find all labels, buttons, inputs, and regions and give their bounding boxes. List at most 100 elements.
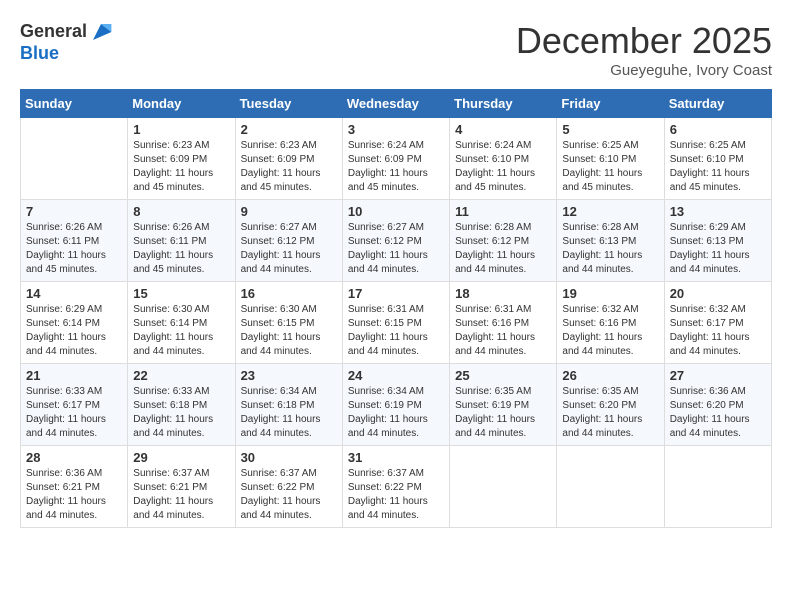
logo: General Blue bbox=[20, 20, 113, 64]
day-number: 21 bbox=[26, 368, 122, 383]
calendar-cell: 18 Sunrise: 6:31 AM Sunset: 6:16 PM Dayli… bbox=[450, 282, 557, 364]
calendar-cell: 9 Sunrise: 6:27 AM Sunset: 6:12 PM Daylig… bbox=[235, 200, 342, 282]
day-number: 22 bbox=[133, 368, 229, 383]
calendar-header-row: SundayMondayTuesdayWednesdayThursdayFrid… bbox=[21, 90, 772, 118]
calendar-cell bbox=[21, 118, 128, 200]
cell-content: Sunrise: 6:23 AM Sunset: 6:09 PM Dayligh… bbox=[133, 139, 229, 195]
day-number: 12 bbox=[562, 204, 658, 219]
calendar-cell: 14Sunrise: 6:29 AM Sunset: 6:14 PM Dayli… bbox=[21, 282, 128, 364]
calendar-cell: 4Sunrise: 6:24 AM Sunset: 6:10 PM Daylig… bbox=[450, 118, 557, 200]
day-number: 8 bbox=[133, 204, 229, 219]
calendar-cell: 2 Sunrise: 6:23 AM Sunset: 6:09 PM Daylig… bbox=[235, 118, 342, 200]
calendar-week-row: 1 Sunrise: 6:23 AM Sunset: 6:09 PM Daylig… bbox=[21, 118, 772, 200]
day-number: 19 bbox=[562, 286, 658, 301]
logo-blue-text: Blue bbox=[20, 44, 113, 64]
cell-content: Sunrise: 6:31 AM Sunset: 6:15 PM Dayligh… bbox=[348, 303, 444, 359]
calendar-week-row: 28 Sunrise: 6:36 AM Sunset: 6:21 PM Dayli… bbox=[21, 446, 772, 528]
day-number: 30 bbox=[241, 450, 337, 465]
cell-content: Sunrise: 6:37 AM Sunset: 6:22 PM Dayligh… bbox=[241, 467, 337, 523]
calendar-cell: 24Sunrise: 6:34 AM Sunset: 6:19 PM Dayli… bbox=[342, 364, 449, 446]
cell-content: Sunrise: 6:37 AM Sunset: 6:22 PM Dayligh… bbox=[348, 467, 444, 523]
calendar-cell bbox=[450, 446, 557, 528]
cell-content: Sunrise: 6:36 AM Sunset: 6:20 PM Dayligh… bbox=[670, 385, 766, 441]
cell-content: Sunrise: 6:35 AM Sunset: 6:19 PM Dayligh… bbox=[455, 385, 551, 441]
calendar-cell: 3 Sunrise: 6:24 AM Sunset: 6:09 PM Daylig… bbox=[342, 118, 449, 200]
day-number: 25 bbox=[455, 368, 551, 383]
month-title: December 2025 bbox=[516, 20, 772, 62]
calendar-week-row: 7 Sunrise: 6:26 AM Sunset: 6:11 PM Daylig… bbox=[21, 200, 772, 282]
day-number: 4 bbox=[455, 122, 551, 137]
cell-content: Sunrise: 6:33 AM Sunset: 6:17 PM Dayligh… bbox=[26, 385, 122, 441]
day-number: 7 bbox=[26, 204, 122, 219]
logo-icon bbox=[89, 20, 113, 44]
cell-content: Sunrise: 6:23 AM Sunset: 6:09 PM Dayligh… bbox=[241, 139, 337, 195]
calendar-cell: 29Sunrise: 6:37 AM Sunset: 6:21 PM Dayli… bbox=[128, 446, 235, 528]
cell-content: Sunrise: 6:32 AM Sunset: 6:17 PM Dayligh… bbox=[670, 303, 766, 359]
cell-content: Sunrise: 6:25 AM Sunset: 6:10 PM Dayligh… bbox=[670, 139, 766, 195]
page-header: General Blue December 2025 Gueyeguhe, Iv… bbox=[20, 20, 772, 79]
day-number: 18 bbox=[455, 286, 551, 301]
location: Gueyeguhe, Ivory Coast bbox=[516, 62, 772, 79]
day-number: 16 bbox=[241, 286, 337, 301]
calendar-cell: 25 Sunrise: 6:35 AM Sunset: 6:19 PM Dayli… bbox=[450, 364, 557, 446]
calendar-cell: 15 Sunrise: 6:30 AM Sunset: 6:14 PM Dayli… bbox=[128, 282, 235, 364]
cell-content: Sunrise: 6:33 AM Sunset: 6:18 PM Dayligh… bbox=[133, 385, 229, 441]
cell-content: Sunrise: 6:29 AM Sunset: 6:13 PM Dayligh… bbox=[670, 221, 766, 277]
day-number: 6 bbox=[670, 122, 766, 137]
calendar-cell: 7 Sunrise: 6:26 AM Sunset: 6:11 PM Daylig… bbox=[21, 200, 128, 282]
calendar-day-header: Sunday bbox=[21, 90, 128, 118]
cell-content: Sunrise: 6:35 AM Sunset: 6:20 PM Dayligh… bbox=[562, 385, 658, 441]
cell-content: Sunrise: 6:32 AM Sunset: 6:16 PM Dayligh… bbox=[562, 303, 658, 359]
calendar-day-header: Thursday bbox=[450, 90, 557, 118]
cell-content: Sunrise: 6:36 AM Sunset: 6:21 PM Dayligh… bbox=[26, 467, 122, 523]
cell-content: Sunrise: 6:27 AM Sunset: 6:12 PM Dayligh… bbox=[348, 221, 444, 277]
calendar-cell: 19 Sunrise: 6:32 AM Sunset: 6:16 PM Dayli… bbox=[557, 282, 664, 364]
cell-content: Sunrise: 6:26 AM Sunset: 6:11 PM Dayligh… bbox=[26, 221, 122, 277]
cell-content: Sunrise: 6:27 AM Sunset: 6:12 PM Dayligh… bbox=[241, 221, 337, 277]
day-number: 1 bbox=[133, 122, 229, 137]
day-number: 2 bbox=[241, 122, 337, 137]
calendar-cell: 28 Sunrise: 6:36 AM Sunset: 6:21 PM Dayli… bbox=[21, 446, 128, 528]
calendar-day-header: Saturday bbox=[664, 90, 771, 118]
calendar-cell: 6 Sunrise: 6:25 AM Sunset: 6:10 PM Daylig… bbox=[664, 118, 771, 200]
day-number: 15 bbox=[133, 286, 229, 301]
cell-content: Sunrise: 6:30 AM Sunset: 6:15 PM Dayligh… bbox=[241, 303, 337, 359]
day-number: 31 bbox=[348, 450, 444, 465]
calendar-cell bbox=[664, 446, 771, 528]
calendar-cell: 27 Sunrise: 6:36 AM Sunset: 6:20 PM Dayli… bbox=[664, 364, 771, 446]
day-number: 5 bbox=[562, 122, 658, 137]
day-number: 20 bbox=[670, 286, 766, 301]
day-number: 9 bbox=[241, 204, 337, 219]
cell-content: Sunrise: 6:25 AM Sunset: 6:10 PM Dayligh… bbox=[562, 139, 658, 195]
day-number: 27 bbox=[670, 368, 766, 383]
day-number: 3 bbox=[348, 122, 444, 137]
day-number: 11 bbox=[455, 204, 551, 219]
calendar-day-header: Monday bbox=[128, 90, 235, 118]
cell-content: Sunrise: 6:28 AM Sunset: 6:12 PM Dayligh… bbox=[455, 221, 551, 277]
calendar-day-header: Wednesday bbox=[342, 90, 449, 118]
calendar-table: SundayMondayTuesdayWednesdayThursdayFrid… bbox=[20, 89, 772, 528]
calendar-week-row: 14Sunrise: 6:29 AM Sunset: 6:14 PM Dayli… bbox=[21, 282, 772, 364]
day-number: 14 bbox=[26, 286, 122, 301]
calendar-week-row: 21 Sunrise: 6:33 AM Sunset: 6:17 PM Dayli… bbox=[21, 364, 772, 446]
day-number: 10 bbox=[348, 204, 444, 219]
cell-content: Sunrise: 6:31 AM Sunset: 6:16 PM Dayligh… bbox=[455, 303, 551, 359]
cell-content: Sunrise: 6:37 AM Sunset: 6:21 PM Dayligh… bbox=[133, 467, 229, 523]
cell-content: Sunrise: 6:24 AM Sunset: 6:09 PM Dayligh… bbox=[348, 139, 444, 195]
day-number: 26 bbox=[562, 368, 658, 383]
cell-content: Sunrise: 6:28 AM Sunset: 6:13 PM Dayligh… bbox=[562, 221, 658, 277]
calendar-cell: 11 Sunrise: 6:28 AM Sunset: 6:12 PM Dayli… bbox=[450, 200, 557, 282]
calendar-day-header: Friday bbox=[557, 90, 664, 118]
cell-content: Sunrise: 6:30 AM Sunset: 6:14 PM Dayligh… bbox=[133, 303, 229, 359]
calendar-cell: 16 Sunrise: 6:30 AM Sunset: 6:15 PM Dayli… bbox=[235, 282, 342, 364]
calendar-cell: 22 Sunrise: 6:33 AM Sunset: 6:18 PM Dayli… bbox=[128, 364, 235, 446]
day-number: 23 bbox=[241, 368, 337, 383]
calendar-cell bbox=[557, 446, 664, 528]
calendar-cell: 31 Sunrise: 6:37 AM Sunset: 6:22 PM Dayli… bbox=[342, 446, 449, 528]
day-number: 17 bbox=[348, 286, 444, 301]
calendar-cell: 13Sunrise: 6:29 AM Sunset: 6:13 PM Dayli… bbox=[664, 200, 771, 282]
cell-content: Sunrise: 6:34 AM Sunset: 6:18 PM Dayligh… bbox=[241, 385, 337, 441]
calendar-cell: 12 Sunrise: 6:28 AM Sunset: 6:13 PM Dayli… bbox=[557, 200, 664, 282]
day-number: 28 bbox=[26, 450, 122, 465]
cell-content: Sunrise: 6:26 AM Sunset: 6:11 PM Dayligh… bbox=[133, 221, 229, 277]
